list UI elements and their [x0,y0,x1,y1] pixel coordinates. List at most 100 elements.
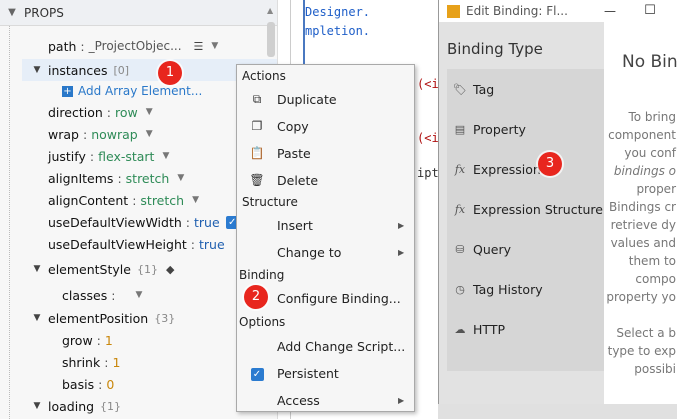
prop-key: alignItems [48,170,114,186]
help-text-line: To bring [628,110,676,124]
prop-separator: : [185,214,190,230]
menu-item-copy[interactable]: ❐ Copy [237,113,414,139]
prop-row-instances[interactable]: ▼ instances [0] [30,59,130,81]
binding-type-label: Property [473,121,526,137]
expand-icon[interactable]: ▼ [30,313,44,323]
prop-key: direction [48,104,103,120]
dropdown-arrow-icon[interactable]: ▼ [162,151,169,161]
menu-item-persistent[interactable]: ✓ Persistent [237,360,414,386]
menu-item-label: Paste [277,145,311,161]
prop-value[interactable]: stretch [140,193,184,208]
scrollbar-thumb[interactable] [267,22,275,57]
submenu-arrow-icon: ▶ [398,247,405,257]
minimize-icon[interactable]: — [590,0,630,22]
scroll-up-arrow-icon[interactable]: ▲ [267,6,275,20]
binding-type-query[interactable]: ⛁ Query [447,229,604,269]
prop-row-usedefaultviewwidth[interactable]: useDefaultViewWidth : true ✓ [48,211,239,233]
expand-icon[interactable]: ▼ [30,264,44,274]
prop-row-loading[interactable]: ▼ loading {1} [30,395,122,417]
cloud-icon: ☁ [454,322,466,336]
prop-value[interactable]: 1 [105,333,113,348]
menu-section-actions: Actions [242,69,286,83]
prop-key: instances [48,62,108,78]
collapse-chevron-icon[interactable]: ▼ [0,7,24,18]
prop-value[interactable]: stretch [126,171,170,186]
code-line: (<i [417,131,439,145]
prop-row-wrap[interactable]: wrap : nowrap ▼ [48,123,153,145]
dialog-titlebar[interactable]: Edit Binding: Fl... — ☐ [439,0,677,22]
prop-key: loading [48,398,95,414]
binding-type-expression-structure[interactable]: fx Expression Structure [447,189,604,229]
prop-row-aligncontent[interactable]: alignContent : stretch ▼ [48,189,199,211]
prop-row-justify[interactable]: justify : flex-start ▼ [48,145,169,167]
list-icon[interactable]: ☰ [194,40,204,53]
binding-type-http[interactable]: ☁ HTTP [447,309,604,349]
help-text-line: retrieve dy [610,218,676,232]
menu-item-paste[interactable]: 📋 Paste [237,140,414,166]
prop-value[interactable]: nowrap [91,127,138,142]
prop-count: {1} [100,399,122,413]
prop-value[interactable]: flex-start [98,149,154,164]
prop-row-alignitems[interactable]: alignItems : stretch ▼ [48,167,184,189]
expand-icon[interactable]: ▼ [30,65,44,75]
dropdown-arrow-icon[interactable]: ▼ [135,290,142,300]
code-line: ipt [417,166,439,180]
dialog-body: Binding Type 🏷 Tag ▤ Property fx Express… [439,22,677,419]
prop-value[interactable]: true [194,215,220,230]
prop-separator: : [132,192,137,208]
prop-value[interactable]: _ProjectObjec... [89,39,182,53]
clock-icon: ◷ [455,282,465,296]
help-text-line: component [608,128,676,142]
menu-item-label: Copy [277,118,309,134]
menu-item-change-to[interactable]: Change to ▶ [237,239,414,265]
props-header[interactable]: ▼ PROPS [0,0,277,26]
prop-key: alignContent [48,192,129,208]
dropdown-arrow-icon[interactable]: ▼ [146,129,153,139]
style-brush-icon[interactable]: ◆ [166,263,174,276]
menu-section-binding: Binding [239,268,285,282]
prop-row-direction[interactable]: direction : row ▼ [48,101,153,123]
prop-key: useDefaultViewHeight [48,236,187,252]
checkbox-checked-icon[interactable]: ✓ [237,366,277,381]
expand-icon[interactable]: ▼ [30,401,44,411]
function-icon: fx [454,202,466,216]
menu-item-delete[interactable]: 🗑 Delete [237,167,414,193]
prop-key: wrap [48,126,79,142]
binding-type-label: Tag History [473,281,543,297]
add-array-element-link[interactable]: + Add Array Element... [62,80,202,102]
prop-row-basis[interactable]: basis : 0 [62,373,114,395]
menu-section-options: Options [239,315,286,329]
help-text-line: property yo [606,290,676,304]
dropdown-arrow-icon[interactable]: ▼ [146,107,153,117]
prop-count: {1} [136,262,158,276]
dropdown-arrow-icon[interactable]: ▼ [192,195,199,205]
duplicate-icon: ⧉ [252,91,262,106]
dropdown-arrow-icon[interactable]: ▼ [177,173,184,183]
binding-type-property[interactable]: ▤ Property [447,109,604,149]
prop-value[interactable]: row [115,105,138,120]
binding-type-label: Expression [473,161,541,177]
dropdown-arrow-icon[interactable]: ▼ [211,41,218,51]
prop-row-usedefaultviewheight[interactable]: useDefaultViewHeight : true [48,233,225,255]
prop-row-path[interactable]: path : _ProjectObjec... ☰ ▼ [48,35,218,57]
binding-type-tag-history[interactable]: ◷ Tag History [447,269,604,309]
menu-item-add-change-script[interactable]: Add Change Script... [237,333,414,359]
menu-item-insert[interactable]: Insert ▶ [237,212,414,238]
prop-row-grow[interactable]: grow : 1 [62,329,113,351]
add-array-label: Add Array Element... [78,84,203,98]
maximize-icon[interactable]: ☐ [630,0,670,22]
binding-type-expression[interactable]: fx Expression [447,149,604,189]
prop-value[interactable]: true [199,237,225,252]
prop-value[interactable]: 0 [106,377,114,392]
prop-separator: : [104,354,109,370]
prop-row-elementposition[interactable]: ▼ elementPosition {3} [30,307,176,329]
prop-row-elementstyle[interactable]: ▼ elementStyle {1} ◆ [30,258,175,280]
prop-value[interactable]: 1 [112,355,120,370]
binding-type-tag[interactable]: 🏷 Tag [447,69,604,109]
menu-item-access[interactable]: Access ▶ [237,387,414,413]
help-text-line: Bindings cr [609,200,676,214]
prop-row-classes[interactable]: classes : ▼ [62,284,142,306]
menu-item-label: Change to [277,244,342,260]
prop-row-shrink[interactable]: shrink : 1 [62,351,120,373]
menu-item-duplicate[interactable]: ⧉ Duplicate [237,86,414,112]
